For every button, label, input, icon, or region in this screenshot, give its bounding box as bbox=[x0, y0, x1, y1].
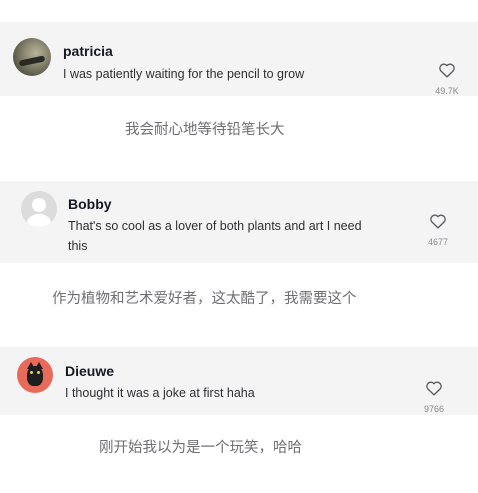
comment-text-line: That's so cool as a lover of both plants… bbox=[68, 219, 362, 233]
like-count: 9766 bbox=[423, 404, 445, 414]
heart-outline-icon[interactable] bbox=[438, 62, 456, 78]
default-user-avatar[interactable] bbox=[21, 191, 57, 227]
user-photo-avatar[interactable] bbox=[13, 38, 51, 76]
heart-outline-icon[interactable] bbox=[429, 213, 447, 229]
comment-item: patricia I was patiently waiting for the… bbox=[0, 22, 478, 96]
comment-translation: 刚开始我以为是一个玩笑，哈哈 bbox=[99, 440, 302, 456]
comment-username[interactable]: Dieuwe bbox=[65, 363, 114, 379]
comment-translation: 作为植物和艺术爱好者，这太酷了，我需要这个 bbox=[52, 291, 357, 307]
comment-item: Dieuwe I thought it was a joke at first … bbox=[0, 347, 478, 415]
comment-item: Bobby That's so cool as a lover of both … bbox=[0, 181, 478, 263]
heart-outline-icon[interactable] bbox=[425, 380, 443, 396]
cat-avatar[interactable] bbox=[17, 357, 53, 393]
comment-text-line: this bbox=[68, 239, 88, 253]
comment-username[interactable]: Bobby bbox=[68, 196, 112, 212]
comment-username[interactable]: patricia bbox=[63, 43, 113, 59]
like-count: 4677 bbox=[427, 237, 449, 247]
like-count: 49.7K bbox=[435, 86, 459, 96]
comment-text: I thought it was a joke at first haha bbox=[65, 386, 255, 400]
comment-text: I was patiently waiting for the pencil t… bbox=[63, 67, 305, 81]
comment-translation: 我会耐心地等待铅笔长大 bbox=[125, 122, 285, 138]
